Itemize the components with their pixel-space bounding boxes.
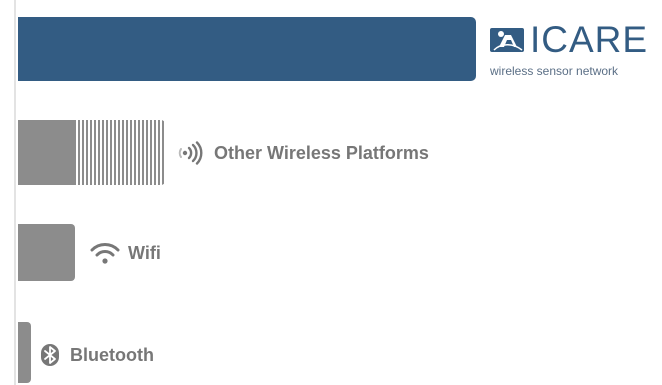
icare-logo[interactable]: ICARE wireless sensor network (489, 19, 654, 83)
platform-item-wifi[interactable]: Wifi (90, 241, 161, 265)
lab-flask-logo-icon (489, 25, 527, 60)
left-divider (14, 0, 16, 385)
platform-tile-bluetooth (18, 322, 31, 383)
platform-tile-wifi (18, 224, 75, 281)
header-banner (18, 17, 476, 81)
platform-item-bluetooth[interactable]: Bluetooth (40, 343, 154, 367)
platform-label-other: Other Wireless Platforms (214, 142, 429, 163)
platform-tile-other (18, 120, 165, 185)
wifi-icon (90, 241, 120, 265)
bluetooth-icon (40, 343, 60, 367)
platform-label-wifi: Wifi (128, 242, 161, 263)
platform-label-bluetooth: Bluetooth (70, 344, 154, 365)
logo-name: ICARE (530, 19, 649, 60)
platform-item-other[interactable]: Other Wireless Platforms (176, 141, 429, 165)
logo-tagline: wireless sensor network (490, 64, 619, 78)
signal-waves-icon (176, 141, 206, 165)
